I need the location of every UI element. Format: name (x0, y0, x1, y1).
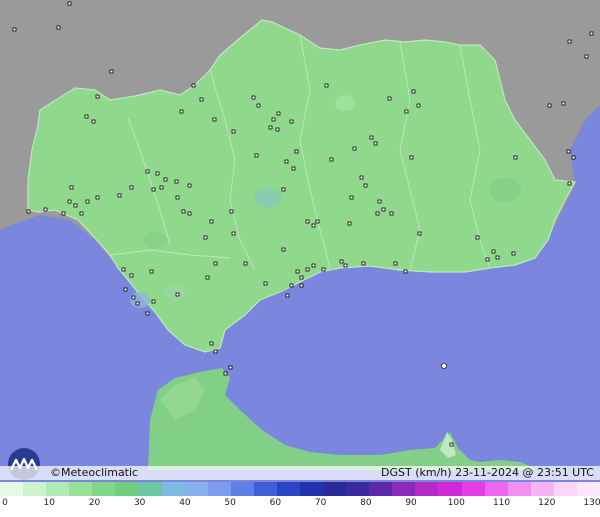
scale-tick-label: 90 (405, 498, 417, 508)
scale-swatch (253, 482, 278, 496)
map-caption: DGST (km/h) 23-11-2024 @ 23:51 UTC (381, 466, 594, 479)
scale-swatch (276, 482, 301, 496)
brand-name: Meteoclimatic (61, 466, 139, 479)
scale-swatch (507, 482, 532, 496)
scale-swatch (438, 482, 463, 496)
scale-tick-label: 100 (447, 498, 465, 508)
scale-swatch (323, 482, 347, 496)
scale-swatch (207, 482, 232, 496)
scale-tick-label: 70 (314, 498, 327, 508)
scale-swatch (138, 482, 163, 496)
scale-tick-label: 40 (179, 498, 191, 508)
scale-tick-label: 130 (583, 498, 600, 508)
scale-swatch (184, 482, 209, 496)
scale-tick-label: 120 (538, 498, 556, 508)
wind-gust-map (0, 0, 600, 517)
scale-swatch (392, 482, 416, 496)
scale-swatch (461, 482, 486, 496)
scale-swatch (46, 482, 70, 496)
scale-tick-label: 80 (360, 498, 372, 508)
scale-tick-label: 30 (133, 498, 146, 508)
scale-swatch (69, 482, 93, 496)
map-footer-bar: ©Meteoclimatic DGST (km/h) 23-11-2024 @ … (0, 466, 600, 480)
scale-swatch (0, 482, 24, 496)
scale-swatch (23, 482, 47, 496)
scale-swatch (530, 482, 555, 496)
scale-swatch (161, 482, 186, 496)
scale-swatch (300, 482, 324, 496)
scale-tick-label: 110 (492, 498, 511, 508)
scale-swatch (553, 482, 578, 496)
color-scale-legend: 0 10 20 30 40 50 60 70 80 90 100 110 120 130 (0, 482, 600, 517)
scale-swatch (576, 482, 600, 496)
scale-tick-label: 20 (88, 498, 101, 508)
scale-swatch (346, 482, 370, 496)
scale-swatch (369, 482, 393, 496)
scale-swatch (484, 482, 509, 496)
sea-station-marker (441, 363, 447, 369)
scale-swatch (92, 482, 116, 496)
brand-label: ©Meteoclimatic (50, 466, 138, 480)
scale-tick-label: 10 (43, 498, 55, 508)
scale-swatch (415, 482, 440, 496)
scale-swatch (230, 482, 255, 496)
scale-tick-label: 50 (224, 498, 236, 508)
color-scale-bar (0, 482, 600, 496)
scale-tick-label: 0 (2, 498, 8, 508)
copyright-symbol: © (50, 466, 61, 479)
scale-tick-label: 60 (269, 498, 282, 508)
scale-swatch (115, 482, 140, 496)
